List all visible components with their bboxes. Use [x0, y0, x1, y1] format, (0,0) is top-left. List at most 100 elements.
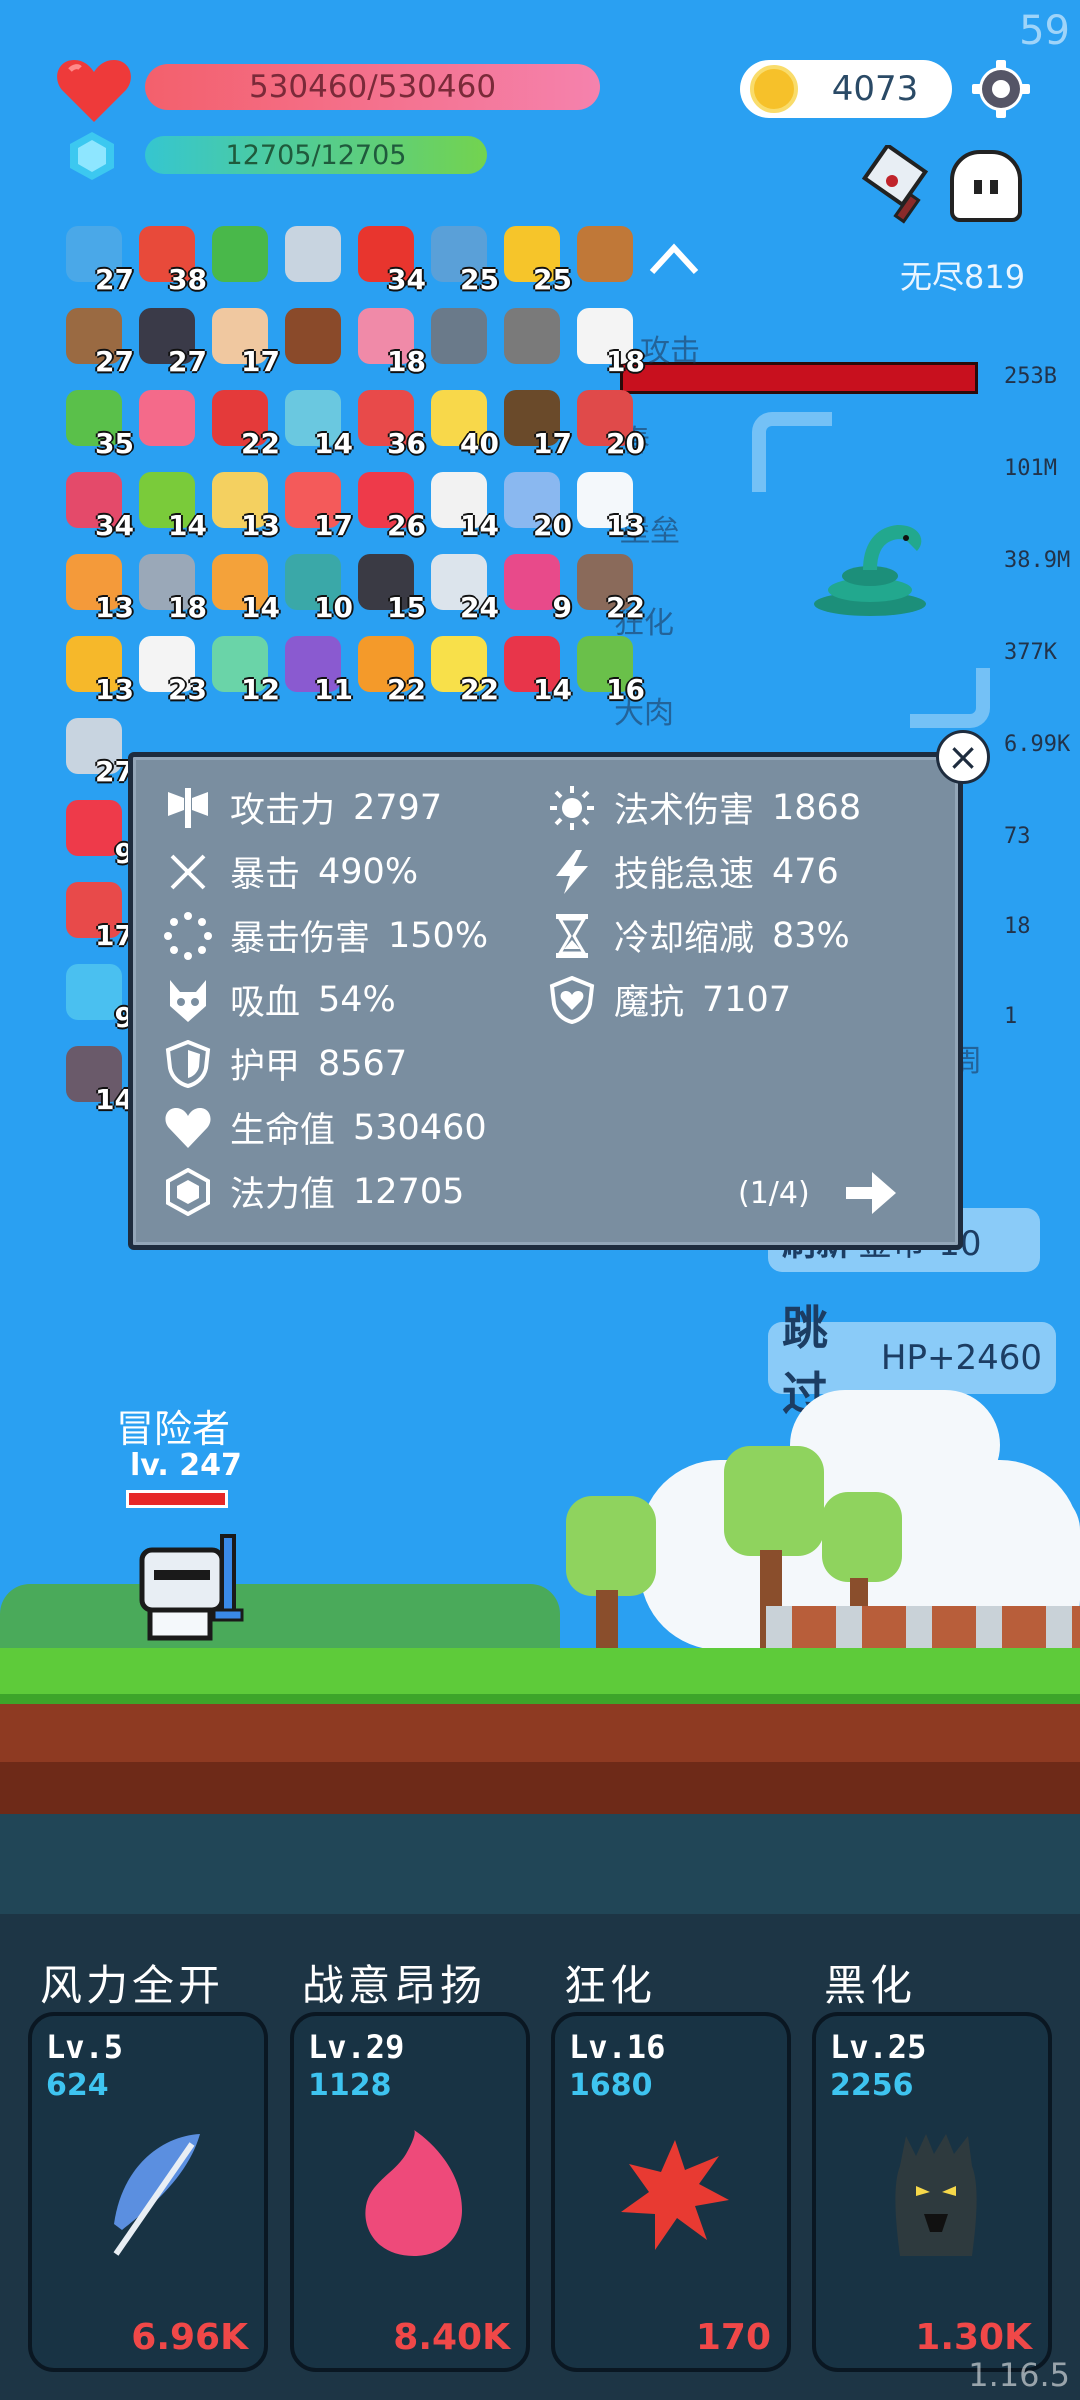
- inventory-item[interactable]: 34: [354, 222, 426, 296]
- stat-cooldown: 冷却缩减 83%: [548, 910, 850, 961]
- inventory-item[interactable]: 36: [354, 386, 426, 460]
- item-count: 17: [314, 509, 353, 542]
- skip-button[interactable]: 跳过 HP+2460: [768, 1301, 1056, 1421]
- skill-mana-cost: 1128: [308, 2068, 392, 2103]
- inventory-item[interactable]: 9: [62, 960, 134, 1034]
- inventory-item[interactable]: 10: [281, 550, 353, 624]
- item-count: 40: [460, 427, 499, 460]
- inventory-item[interactable]: 34: [62, 468, 134, 542]
- inventory-item[interactable]: 25: [427, 222, 499, 296]
- coin-value: 4073: [831, 69, 919, 109]
- inventory-item[interactable]: 38: [135, 222, 207, 296]
- inventory-item[interactable]: 13: [62, 550, 134, 624]
- inventory-item[interactable]: 17: [208, 304, 280, 378]
- inventory-item[interactable]: 22: [573, 550, 645, 624]
- inventory-item[interactable]: 22: [354, 632, 426, 706]
- inventory-item[interactable]: 23: [135, 632, 207, 706]
- stat-readout: 18: [1004, 914, 1031, 939]
- inventory-item[interactable]: 14: [62, 1042, 134, 1116]
- stat-armor: 护甲 8567: [164, 1038, 407, 1089]
- inventory-item[interactable]: 27: [135, 304, 207, 378]
- inventory-item[interactable]: 17: [281, 468, 353, 542]
- skill-card-berserk[interactable]: Lv.16 1680 170: [551, 2012, 791, 2372]
- item-count: 34: [95, 509, 134, 542]
- close-button[interactable]: ×: [936, 730, 990, 784]
- item-count: 27: [95, 345, 134, 378]
- inventory-item[interactable]: 18: [573, 304, 645, 378]
- fps-counter: 59: [1019, 8, 1070, 54]
- skill-card-wind[interactable]: Lv.5 624 6.96K: [28, 2012, 268, 2372]
- hp-bar: 530460/530460: [145, 64, 600, 110]
- inventory-item[interactable]: [500, 304, 568, 372]
- inventory-item[interactable]: 12: [208, 632, 280, 706]
- inventory-item[interactable]: 13: [573, 468, 645, 542]
- water-strip: [0, 1814, 1080, 1914]
- inventory-item[interactable]: [573, 222, 641, 290]
- chevron-up-icon[interactable]: [646, 238, 702, 278]
- frame-corner-bottom: [910, 668, 990, 728]
- inventory-item[interactable]: 22: [427, 632, 499, 706]
- arrow-right-icon[interactable]: [842, 1168, 898, 1218]
- inventory-item[interactable]: 14: [135, 468, 207, 542]
- stat-crit: 暴击 490%: [164, 846, 418, 897]
- mortar-icon: [431, 308, 487, 364]
- skill-title: 风力全开: [40, 1961, 225, 2010]
- inventory-item[interactable]: 13: [208, 468, 280, 542]
- stat-magic-resist: 魔抗 7107: [548, 974, 791, 1025]
- inventory-item[interactable]: [427, 304, 495, 372]
- inventory-item[interactable]: 11: [281, 632, 353, 706]
- ground-grass: [0, 1648, 1080, 1694]
- inventory-item[interactable]: 27: [62, 304, 134, 378]
- skill-damage: 170: [695, 2317, 771, 2358]
- item-count: 9: [552, 591, 572, 624]
- inventory-item[interactable]: 24: [427, 550, 499, 624]
- inventory-item[interactable]: [208, 222, 276, 290]
- feather-icon: [113, 2134, 200, 2256]
- ground-grass-edge: [0, 1694, 1080, 1704]
- inventory-item[interactable]: [135, 386, 203, 454]
- coin-icon: [750, 65, 798, 113]
- inventory-item[interactable]: 18: [354, 304, 426, 378]
- inventory-item[interactable]: 26: [354, 468, 426, 542]
- inventory-item[interactable]: 27: [62, 714, 134, 788]
- skill-card-battle-spirit[interactable]: Lv.29 1128 8.40K: [290, 2012, 530, 2372]
- item-count: 22: [460, 673, 499, 706]
- inventory-item[interactable]: 27: [62, 222, 134, 296]
- skill-card-darken[interactable]: Lv.25 2256 1.30K: [812, 2012, 1052, 2372]
- item-count: 38: [168, 263, 207, 296]
- item-count: 22: [241, 427, 280, 460]
- skill-level: Lv.5: [46, 2028, 124, 2066]
- inventory-item[interactable]: 20: [500, 468, 572, 542]
- inventory-item[interactable]: 16: [573, 632, 645, 706]
- magic-resist-icon: [549, 975, 595, 1024]
- inventory-item[interactable]: 40: [427, 386, 499, 460]
- inventory-item[interactable]: 35: [62, 386, 134, 460]
- mushroom-icon: [285, 308, 341, 364]
- dark-tree-icon: [895, 2134, 977, 2256]
- inventory-item[interactable]: 17: [500, 386, 572, 460]
- item-count: 10: [314, 591, 353, 624]
- mana-gem-icon: [70, 132, 114, 180]
- splat-icon: [621, 2140, 729, 2250]
- inventory-item[interactable]: 14: [208, 550, 280, 624]
- inventory-item[interactable]: 9: [500, 550, 572, 624]
- inventory-item[interactable]: 15: [354, 550, 426, 624]
- inventory-item[interactable]: 9: [62, 796, 134, 870]
- endless-mode-label: 无尽819: [900, 258, 1026, 296]
- skill-title: 黑化: [824, 1961, 917, 2010]
- inventory-item[interactable]: 18: [135, 550, 207, 624]
- inventory-item[interactable]: 20: [573, 386, 645, 460]
- inventory-item[interactable]: 13: [62, 632, 134, 706]
- crit-icon: [170, 854, 206, 889]
- item-count: 13: [241, 509, 280, 542]
- inventory-item[interactable]: [281, 304, 349, 372]
- inventory-item[interactable]: 14: [427, 468, 499, 542]
- inventory-item[interactable]: 14: [500, 632, 572, 706]
- inventory-item[interactable]: [281, 222, 349, 290]
- ground-dirt-dark: [0, 1762, 1080, 1814]
- inventory-item[interactable]: 22: [208, 386, 280, 460]
- inventory-item[interactable]: 17: [62, 878, 134, 952]
- gear-icon[interactable]: [972, 60, 1030, 118]
- inventory-item[interactable]: 25: [500, 222, 572, 296]
- inventory-item[interactable]: 14: [281, 386, 353, 460]
